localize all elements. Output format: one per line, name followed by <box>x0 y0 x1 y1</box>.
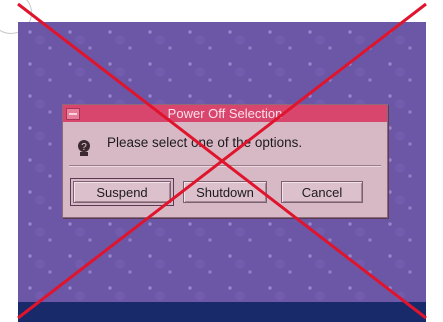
question-icon: ? <box>78 140 90 156</box>
dialog-titlebar[interactable]: Power Off Selection <box>63 105 387 122</box>
dialog-separator <box>69 165 381 167</box>
power-off-dialog: Power Off Selection ? Please select one … <box>62 104 388 218</box>
cancel-button[interactable]: Cancel <box>281 181 363 203</box>
taskbar <box>18 302 426 322</box>
dialog-title: Power Off Selection <box>167 106 283 121</box>
dialog-message: Please select one of the options. <box>107 135 303 150</box>
shutdown-button[interactable]: Shutdown <box>183 181 267 203</box>
svg-text:?: ? <box>81 142 87 153</box>
photo-frame: Power Off Selection ? Please select one … <box>0 0 443 322</box>
suspend-button[interactable]: Suspend <box>70 178 174 206</box>
